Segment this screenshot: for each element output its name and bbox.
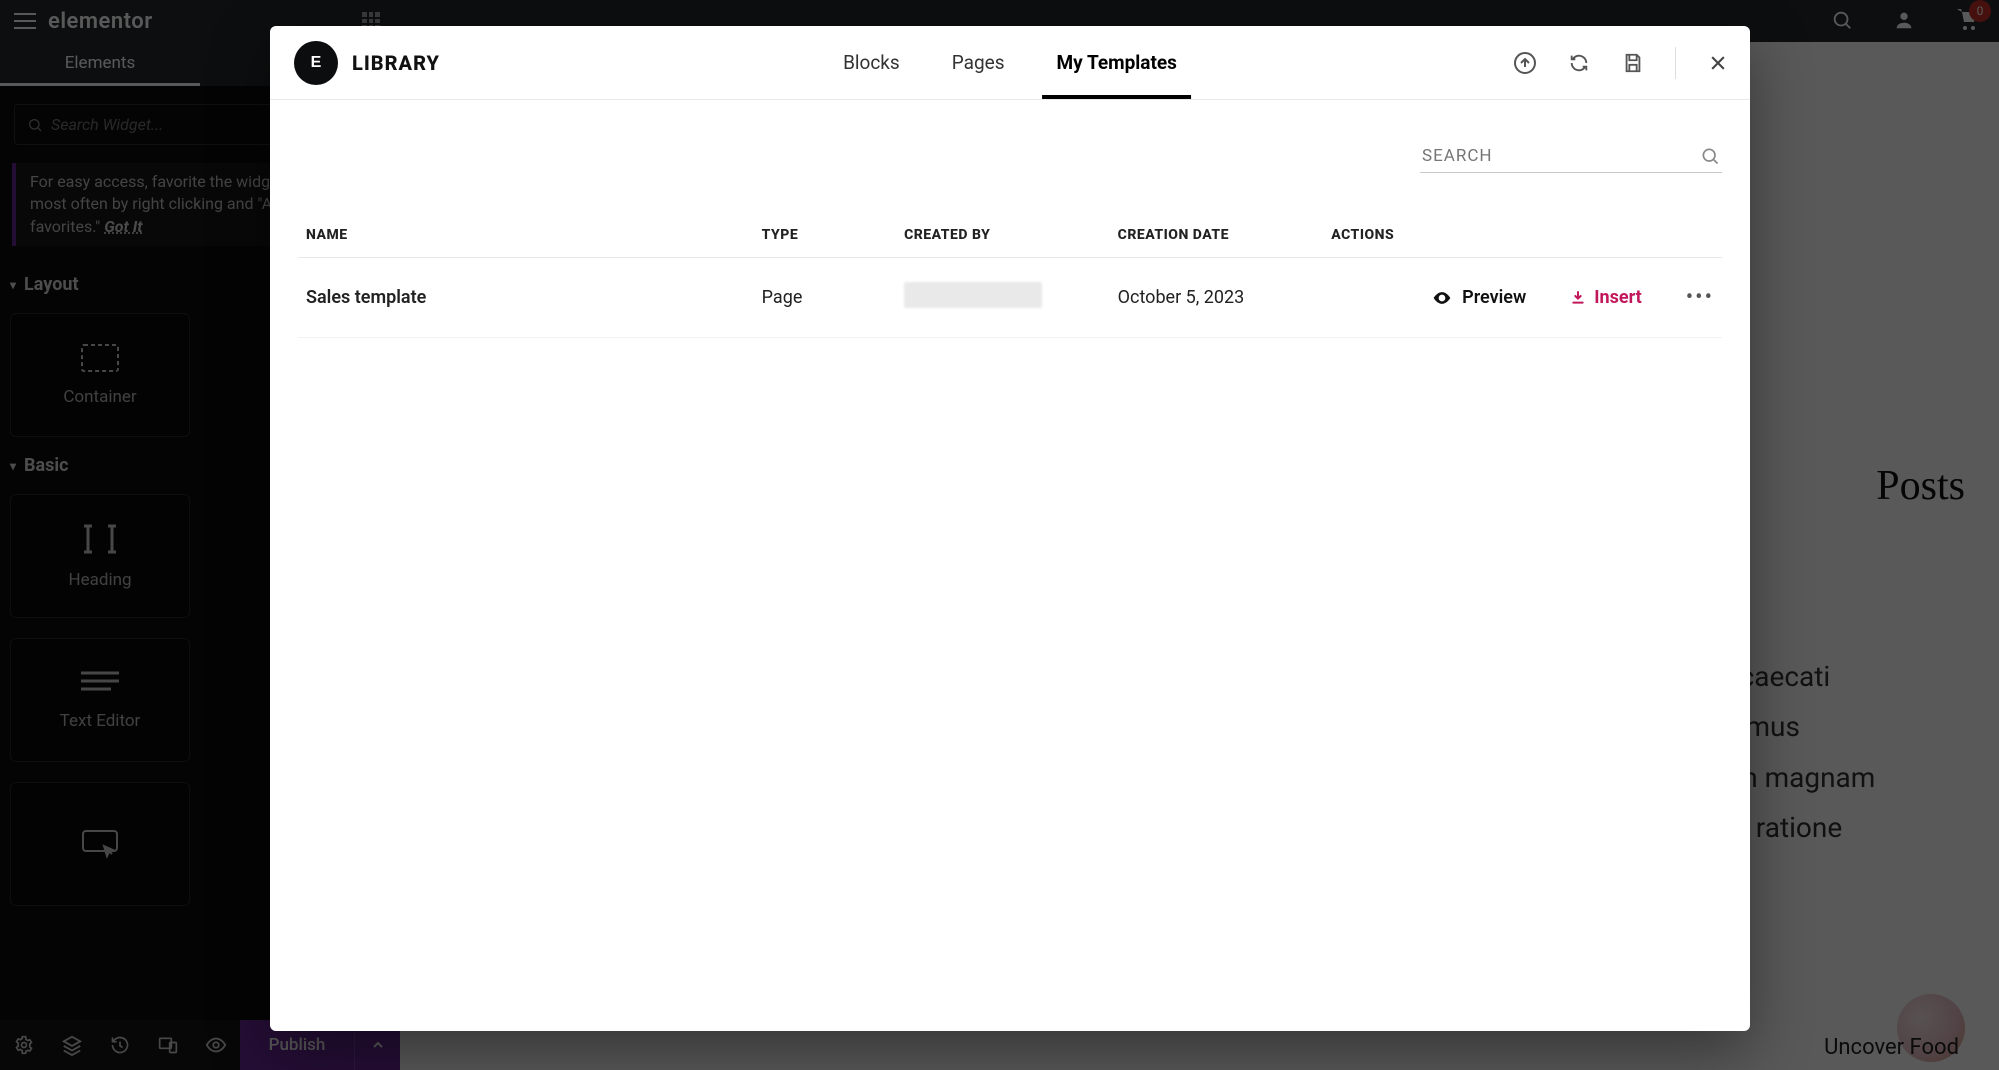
- sync-icon: [1568, 52, 1590, 74]
- close-modal-button[interactable]: [1706, 51, 1730, 75]
- col-creation-date: CREATION DATE: [1110, 213, 1324, 258]
- insert-template-button[interactable]: Insert: [1570, 287, 1641, 308]
- close-icon: [1708, 53, 1728, 73]
- templates-table: NAME TYPE CREATED BY CREATION DATE ACTIO…: [298, 213, 1722, 338]
- col-name: NAME: [298, 213, 754, 258]
- cell-creation-date: October 5, 2023: [1110, 258, 1324, 338]
- cell-created-by: [896, 258, 1110, 338]
- download-icon: [1570, 290, 1586, 306]
- tab-pages[interactable]: Pages: [952, 26, 1005, 99]
- library-header: E LIBRARY Blocks Pages My Templates: [270, 26, 1750, 100]
- table-header-row: NAME TYPE CREATED BY CREATION DATE ACTIO…: [298, 213, 1722, 258]
- row-more-button[interactable]: •••: [1686, 285, 1714, 310]
- library-search[interactable]: [1420, 140, 1722, 173]
- sync-library-button[interactable]: [1567, 51, 1591, 75]
- cell-actions: Preview Insert •••: [1323, 258, 1722, 338]
- tab-blocks[interactable]: Blocks: [843, 26, 900, 99]
- preview-template-button[interactable]: Preview: [1432, 287, 1526, 308]
- library-logo-badge: E: [294, 41, 338, 85]
- eye-icon: [1432, 288, 1452, 308]
- search-icon: [1700, 146, 1720, 166]
- col-type: TYPE: [754, 213, 896, 258]
- library-tabs: Blocks Pages My Templates: [843, 26, 1177, 99]
- table-row: Sales template Page October 5, 2023 Prev…: [298, 258, 1722, 338]
- redacted-author: [904, 282, 1042, 308]
- cell-name: Sales template: [298, 258, 754, 338]
- col-actions: ACTIONS: [1323, 213, 1722, 258]
- upload-icon: [1513, 51, 1537, 75]
- cell-type: Page: [754, 258, 896, 338]
- tab-my-templates[interactable]: My Templates: [1057, 26, 1177, 99]
- upload-template-button[interactable]: [1513, 51, 1537, 75]
- more-icon: •••: [1686, 285, 1714, 310]
- save-icon: [1622, 52, 1644, 74]
- save-template-button[interactable]: [1621, 51, 1645, 75]
- library-title: LIBRARY: [352, 51, 440, 75]
- library-modal: E LIBRARY Blocks Pages My Templates: [270, 26, 1750, 1031]
- library-search-input[interactable]: [1422, 146, 1700, 166]
- col-created-by: CREATED BY: [896, 213, 1110, 258]
- header-divider: [1675, 47, 1676, 79]
